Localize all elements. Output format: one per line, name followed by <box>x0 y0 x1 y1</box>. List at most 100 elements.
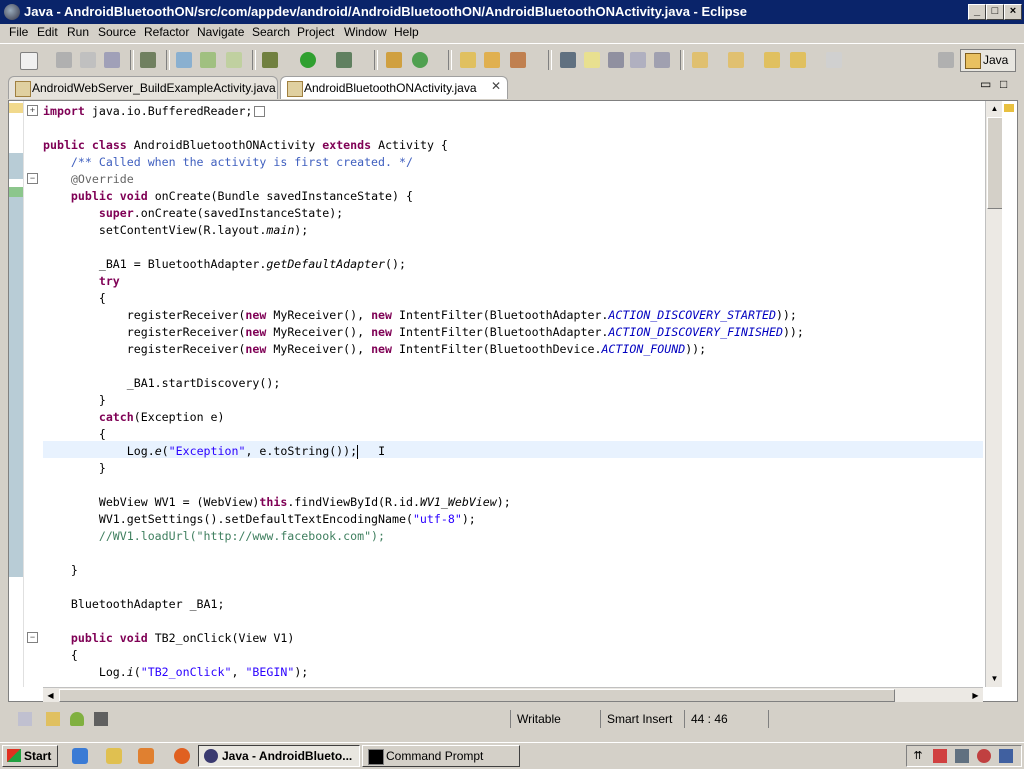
menu-source[interactable]: Source <box>98 25 136 39</box>
code-line[interactable]: _BA1 = BluetoothAdapter.getDefaultAdapte… <box>43 256 406 273</box>
show-whitespace-icon[interactable] <box>630 52 646 68</box>
code-line[interactable]: registerReceiver(new MyReceiver(), new I… <box>43 341 706 358</box>
save-all-icon[interactable] <box>80 52 96 68</box>
horizontal-scroll-thumb[interactable] <box>59 689 895 702</box>
forward-icon[interactable] <box>826 52 842 68</box>
code-line[interactable]: { <box>43 426 106 443</box>
code-line[interactable]: registerReceiver(new MyReceiver(), new I… <box>43 307 797 324</box>
scroll-right-icon[interactable]: ▶ <box>968 688 983 703</box>
tab-androidwebserver[interactable]: AndroidWebServer_BuildExampleActivity.ja… <box>8 76 278 99</box>
debug-icon[interactable] <box>262 52 278 68</box>
code-text[interactable]: import java.io.BufferedReader; public cla… <box>43 101 983 687</box>
close-button[interactable]: × <box>1004 4 1022 20</box>
minimize-button[interactable]: _ <box>968 4 986 20</box>
fast-view-icon[interactable] <box>18 712 32 726</box>
code-line[interactable]: public void TB2_onClick(View V1) <box>43 630 294 647</box>
code-line[interactable]: { <box>43 647 78 664</box>
show-whitespace-characters-icon[interactable] <box>654 52 670 68</box>
previous-annotation-icon[interactable] <box>728 52 744 68</box>
scroll-left-icon[interactable]: ◀ <box>43 688 58 703</box>
search-icon[interactable] <box>510 52 526 68</box>
menu-refactor[interactable]: Refactor <box>144 25 189 39</box>
code-line[interactable]: } <box>43 460 106 477</box>
folded-code-icon[interactable] <box>254 106 266 117</box>
scroll-down-icon[interactable]: ▼ <box>987 671 1002 686</box>
open-task-icon[interactable] <box>484 52 500 68</box>
toggle-block-selection-icon[interactable] <box>608 52 624 68</box>
new-junit-icon[interactable] <box>200 52 216 68</box>
maximize-button[interactable]: □ <box>986 4 1004 20</box>
package-explorer-icon[interactable] <box>46 712 60 726</box>
open-type-icon[interactable] <box>460 52 476 68</box>
task-command-prompt[interactable]: Command Prompt <box>362 745 520 767</box>
code-line[interactable]: super.onCreate(savedInstanceState); <box>43 205 343 222</box>
external-tools-icon[interactable] <box>336 52 352 68</box>
scroll-up-icon[interactable]: ▲ <box>987 101 1002 116</box>
run-icon[interactable] <box>300 52 316 68</box>
open-perspective-icon[interactable] <box>938 52 954 68</box>
internet-explorer-icon[interactable] <box>72 748 88 764</box>
device-icon[interactable] <box>94 712 108 726</box>
code-editor[interactable]: + − − import java.io.BufferedReader; publ… <box>8 100 1018 702</box>
code-line[interactable]: public class AndroidBluetoothONActivity … <box>43 137 448 154</box>
network-icon[interactable] <box>955 749 969 763</box>
menu-edit[interactable]: Edit <box>37 25 58 39</box>
java-perspective-button[interactable]: Java <box>960 49 1016 72</box>
save-icon[interactable] <box>56 52 72 68</box>
display-icon[interactable] <box>999 749 1013 763</box>
code-line[interactable]: @Override <box>43 171 134 188</box>
code-line[interactable]: } <box>43 392 106 409</box>
horizontal-scrollbar[interactable]: ◀ ▶ <box>43 687 983 702</box>
mark-occurrences-icon[interactable] <box>584 52 600 68</box>
code-line[interactable]: public void onCreate(Bundle savedInstanc… <box>43 188 413 205</box>
code-line[interactable]: import java.io.BufferedReader; <box>43 103 266 120</box>
code-line[interactable]: try <box>43 273 120 290</box>
code-line[interactable]: { <box>43 290 106 307</box>
start-button[interactable]: Start <box>2 745 58 767</box>
code-line[interactable]: catch(Exception e) <box>43 409 225 426</box>
new-java-package-icon[interactable] <box>386 52 402 68</box>
maximize-view-icon[interactable]: □ <box>1000 77 1007 91</box>
fold-collapse-icon[interactable]: − <box>27 173 38 184</box>
new-icon[interactable] <box>20 52 38 70</box>
code-line[interactable]: /** Called when the activity is first cr… <box>43 154 413 171</box>
code-line[interactable]: } <box>43 562 78 579</box>
menu-search[interactable]: Search <box>252 25 290 39</box>
media-player-icon[interactable] <box>138 748 154 764</box>
toggle-breadcrumb-icon[interactable] <box>560 52 576 68</box>
flag-icon[interactable] <box>933 749 947 763</box>
explorer-folder-icon[interactable] <box>106 748 122 764</box>
volume-muted-icon[interactable] <box>977 749 991 763</box>
code-line[interactable]: WebView WV1 = (WebView)this.findViewById… <box>43 494 511 511</box>
overview-warning-icon[interactable] <box>1004 104 1014 112</box>
new-android-xml-icon[interactable] <box>226 52 242 68</box>
android-sdk-icon[interactable] <box>140 52 156 68</box>
android-icon[interactable] <box>70 712 84 726</box>
minimize-view-icon[interactable]: ▭ <box>980 77 991 91</box>
close-tab-icon[interactable]: ✕ <box>491 79 501 93</box>
vertical-scroll-thumb[interactable] <box>987 117 1003 209</box>
code-line[interactable]: _BA1.startDiscovery(); <box>43 375 281 392</box>
back-icon[interactable] <box>790 52 806 68</box>
fold-expand-icon[interactable]: + <box>27 105 38 116</box>
new-android-project-icon[interactable] <box>176 52 192 68</box>
menu-file[interactable]: File <box>9 25 28 39</box>
menu-run[interactable]: Run <box>67 25 89 39</box>
vertical-scrollbar[interactable]: ▲ ▼ <box>985 101 1003 687</box>
fold-collapse-icon[interactable]: − <box>27 632 38 643</box>
code-line[interactable]: WV1.getSettings().setDefaultTextEncoding… <box>43 511 476 528</box>
menu-navigate[interactable]: Navigate <box>197 25 244 39</box>
override-marker-icon[interactable] <box>9 187 23 197</box>
menu-window[interactable]: Window <box>344 25 387 39</box>
code-line[interactable]: setContentView(R.layout.main); <box>43 222 308 239</box>
code-line[interactable]: Log.e("Exception", e.toString()); I <box>43 443 385 460</box>
menu-help[interactable]: Help <box>394 25 419 39</box>
tab-androidbluetoothon[interactable]: AndroidBluetoothONActivity.java ✕ <box>280 76 508 99</box>
new-java-class-icon[interactable] <box>412 52 428 68</box>
code-line[interactable]: registerReceiver(new MyReceiver(), new I… <box>43 324 804 341</box>
firefox-icon[interactable] <box>174 748 190 764</box>
print-icon[interactable] <box>104 52 120 68</box>
warning-marker-icon[interactable] <box>9 103 23 113</box>
tray-expand-icon[interactable]: ⇈ <box>911 749 925 763</box>
code-line[interactable]: Log.i("TB2_onClick", "BEGIN"); <box>43 664 308 681</box>
